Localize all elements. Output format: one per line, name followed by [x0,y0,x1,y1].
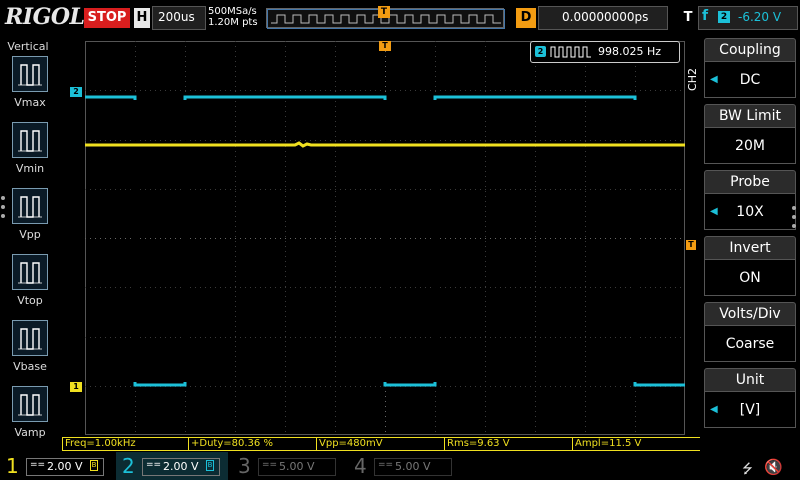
menu-value: Coarse [704,326,796,362]
trigger-position-marker: T [378,6,390,18]
measure-item-vamp[interactable]: Vamp [4,386,58,446]
falling-edge-icon: f [702,8,709,24]
measure-item-label: Vbase [13,360,47,373]
bandwidth-limit-icon: B [90,460,98,471]
left-arrow-icon: ◀ [710,404,718,415]
sample-info: 500MSa/s 1.20M pts [208,6,258,28]
menu-unit[interactable]: Unit [V] ◀ [704,368,796,432]
measure-item-vmax[interactable]: Vmax [4,56,58,116]
menu-title: Probe [704,170,796,194]
timebase-key[interactable]: H [134,8,150,28]
graticule [85,41,685,435]
dc-coupling-icon: == [146,460,162,470]
menu-title: Coupling [704,38,796,62]
dc-coupling-icon: == [378,460,394,470]
sample-rate: 500MSa/s [208,6,257,17]
memory-depth: 1.20M pts [208,17,258,28]
vpp-icon [12,188,48,224]
trigger-level-marker[interactable]: T [686,240,696,250]
trigger-source-badge: 2 [718,11,730,23]
vbase-icon [12,320,48,356]
ch2-offset-marker[interactable]: 2 [70,87,82,97]
measure-item-label: Vmin [15,162,45,175]
brand-logo: RIGOL [5,4,85,30]
channel-3-status[interactable]: 3 5.00 V == [232,452,344,480]
channel-number: 1 [6,454,19,478]
measure-item-vbase[interactable]: Vbase [4,320,58,380]
measure-item-vmin[interactable]: Vmin [4,122,58,182]
measure-item-vpp[interactable]: Vpp [4,188,58,248]
measure-item-label: Vamp [14,426,46,439]
vamp-icon [12,386,48,422]
menu-title: Invert [704,236,796,260]
measurement-result[interactable]: Vpp=480mV [316,437,444,451]
measurement-results-bar: Freq=1.00kHz +Duty=80.36 % Vpp=480mV Rms=9.… [62,437,702,451]
left-arrow-icon: ◀ [710,74,718,85]
menu-value: 20M [704,128,796,164]
bandwidth-limit-icon: B [206,460,214,471]
menu-title: Unit [704,368,796,392]
menu-channel-label: CH2 [686,68,699,91]
dc-coupling-icon: == [262,460,278,470]
delay-value: 0.00000000ps [562,10,649,24]
channel-number: 3 [238,454,251,478]
freq-counter-source: 2 [535,46,546,57]
channel-number: 2 [122,454,135,478]
channel-4-status[interactable]: 4 5.00 V == [348,452,460,480]
trigger-position-screen-marker[interactable]: T [379,41,391,51]
trigger-level: -6.20 V [738,10,782,24]
top-status-bar: RIGOL STOP H 200us 500MSa/s 1.20M pts T … [0,0,800,36]
timebase-value: 200us [158,10,195,24]
dc-coupling-icon: == [30,460,46,470]
ch1-offset-marker[interactable]: 1 [70,382,82,392]
trigger-position-screen-label: T [382,41,388,50]
measure-item-vtop[interactable]: Vtop [4,254,58,314]
vmax-icon [12,56,48,92]
menu-title: BW Limit [704,104,796,128]
usb-icon: ⭍ [742,462,753,477]
channel-number: 4 [354,454,367,478]
channel-1-status[interactable]: 1 2.00 V == B [0,452,112,480]
ch2-marker-label: 2 [73,87,79,96]
menu-coupling[interactable]: Coupling DC ◀ [704,38,796,102]
left-arrow-icon: ◀ [710,206,718,217]
channel-2-status[interactable]: 2 2.00 V == B [116,452,228,480]
measurement-result[interactable]: Freq=1.00kHz [62,437,190,451]
menu-bw-limit[interactable]: BW Limit 20M [704,104,796,168]
vtop-icon [12,254,48,290]
waveform-display[interactable] [85,41,685,435]
channel-menu-panel: Coupling DC ◀ BW Limit 20M Probe 10X ◀ Invert ON V… [704,38,800,436]
right-menu-scroll-indicator [792,206,798,233]
speaker-mute-icon[interactable]: 🔇 [764,458,783,476]
measure-item-label: Vpp [19,228,41,241]
trigger-key[interactable]: T [680,8,696,28]
delay-key[interactable]: D [516,8,536,28]
measurement-result[interactable]: Rms=9.63 V [444,437,572,451]
measure-item-label: Vtop [17,294,43,307]
menu-volts-div[interactable]: Volts/Div Coarse [704,302,796,366]
freq-counter-value: 998.025 Hz [598,45,662,58]
trigger-level-marker-label: T [688,240,694,249]
measurement-result[interactable]: Ampl=11.5 V [572,437,700,451]
measurement-result[interactable]: +Duty=80.36 % [188,437,316,451]
vmin-icon [12,122,48,158]
menu-title: Volts/Div [704,302,796,326]
measure-menu-panel: Vertical Vmax Vmin Vpp Vtop Vbase Vamp [0,36,62,439]
channel-status-bar: ⭍ 🔇 1 2.00 V == B 2 2.00 V == B 3 5.00 V == 4 5.00 V… [0,452,800,480]
menu-probe[interactable]: Probe 10X ◀ [704,170,796,234]
square-wave-icon [550,46,591,58]
ch1-marker-label: 1 [73,382,79,391]
menu-invert[interactable]: Invert ON [704,236,796,300]
menu-value: ON [704,260,796,296]
run-stop-status[interactable]: STOP [84,8,130,28]
measure-item-label: Vmax [14,96,46,109]
measure-menu-title: Vertical [7,40,49,53]
